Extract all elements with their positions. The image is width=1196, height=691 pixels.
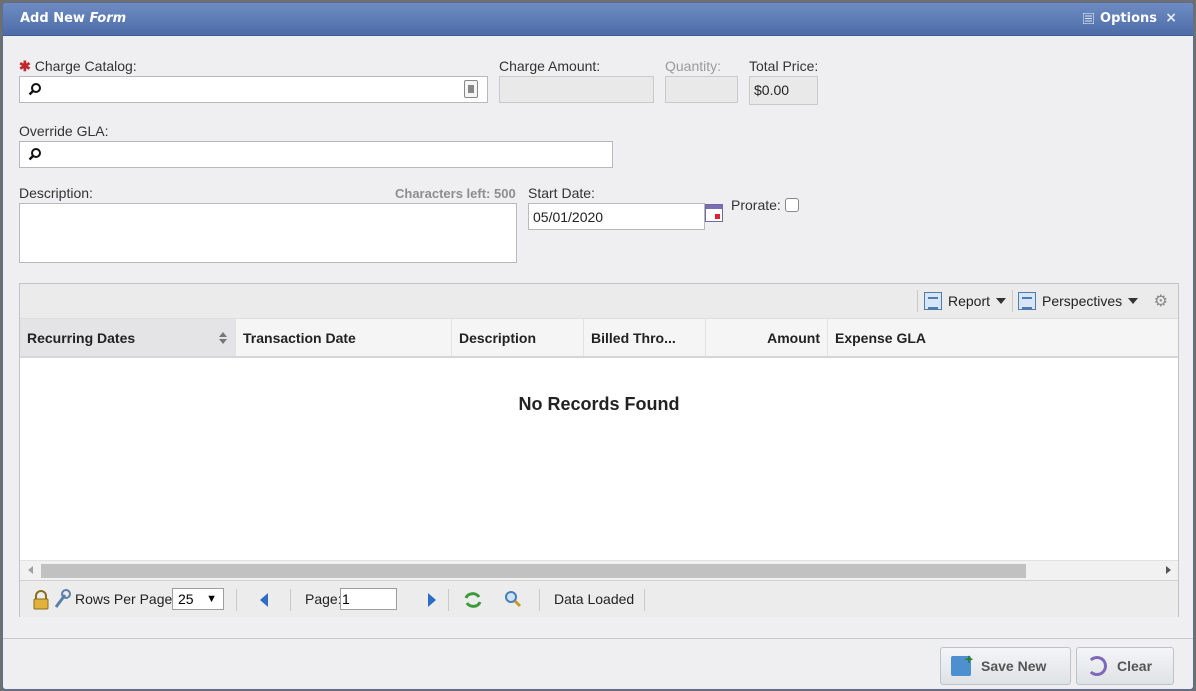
page-label: Page: <box>305 591 342 607</box>
pager-divider <box>236 589 237 611</box>
charge-catalog-label: ✱ Charge Catalog: <box>19 58 137 74</box>
pager-divider <box>448 589 449 611</box>
list-icon <box>1083 13 1095 24</box>
next-page-icon[interactable] <box>428 593 436 607</box>
dialog-titlebar: Add New Form Options × <box>3 3 1193 36</box>
scroll-left-icon[interactable] <box>28 566 33 574</box>
charge-amount-input <box>499 76 654 103</box>
save-new-icon <box>951 651 973 676</box>
sort-icon[interactable] <box>219 332 227 344</box>
calendar-icon[interactable] <box>705 204 723 222</box>
column-header-billed-through[interactable]: Billed Thro... <box>584 319 706 356</box>
dialog-title: Add New Form <box>20 11 127 26</box>
rows-per-page-select[interactable]: 25 ▼ <box>172 588 224 610</box>
rows-per-page-label: Rows Per Page: <box>75 591 177 607</box>
close-icon[interactable]: × <box>1165 10 1177 26</box>
toolbar-divider <box>917 290 918 312</box>
prorate-checkbox[interactable] <box>785 198 799 212</box>
total-price-value: $0.00 <box>749 76 818 105</box>
search-icon <box>28 83 41 96</box>
options-button[interactable]: Options <box>1083 11 1157 26</box>
override-gla-label: Override GLA: <box>19 123 109 139</box>
empty-state-message: No Records Found <box>518 394 680 414</box>
clear-button[interactable]: Clear <box>1076 647 1174 685</box>
column-header-description[interactable]: Description <box>452 319 584 356</box>
search-icon[interactable] <box>504 590 522 608</box>
grid-header-row: Recurring Dates Transaction Date Descrip… <box>20 319 1178 358</box>
catalog-lookup-icon[interactable] <box>464 80 478 98</box>
wrench-icon[interactable] <box>53 589 71 609</box>
characters-left-counter: Characters left: 500 <box>395 186 516 201</box>
recurring-charges-grid: Report Perspectives ⚙ Recurring Dates Tr… <box>19 283 1179 617</box>
override-gla-input[interactable] <box>19 141 613 168</box>
quantity-input <box>665 76 738 103</box>
refresh-icon <box>1087 656 1107 676</box>
prorate-label: Prorate: <box>731 197 781 213</box>
column-header-recurring-dates[interactable]: Recurring Dates <box>20 319 236 356</box>
lock-icon[interactable] <box>32 590 50 610</box>
pager-divider <box>539 589 540 611</box>
column-header-transaction-date[interactable]: Transaction Date <box>236 319 452 356</box>
page-number-input[interactable]: 1 <box>340 588 397 610</box>
options-label: Options <box>1100 11 1157 26</box>
quantity-label: Quantity: <box>665 58 722 74</box>
description-textarea[interactable] <box>19 203 517 263</box>
search-icon <box>28 148 41 161</box>
charge-catalog-input[interactable] <box>19 76 488 103</box>
start-date-label: Start Date: <box>528 185 595 201</box>
perspectives-button[interactable]: Perspectives <box>1018 292 1139 310</box>
scrollbar-thumb[interactable] <box>41 564 1026 578</box>
start-date-input[interactable]: 05/01/2020 <box>528 203 705 230</box>
grid-status-text: Data Loaded <box>554 591 635 607</box>
pager-divider <box>290 589 291 611</box>
report-icon <box>924 292 942 310</box>
perspectives-icon <box>1018 292 1036 310</box>
refresh-icon[interactable] <box>463 590 483 610</box>
pager-divider <box>644 589 645 611</box>
horizontal-scrollbar[interactable] <box>20 560 1178 580</box>
toolbar-divider <box>1012 290 1013 312</box>
caret-down-icon <box>996 298 1007 304</box>
column-header-expense-gla[interactable]: Expense GLA <box>828 319 1178 356</box>
caret-down-icon <box>1128 298 1139 304</box>
grid-pager: Rows Per Page: 25 ▼ Page: 1 Data Loaded <box>20 580 1178 617</box>
save-new-button[interactable]: Save New <box>940 647 1071 685</box>
required-icon: ✱ <box>19 58 31 74</box>
previous-page-icon[interactable] <box>260 593 268 607</box>
scroll-right-icon[interactable] <box>1166 566 1171 574</box>
total-price-label: Total Price: <box>749 58 819 74</box>
description-label: Description: <box>19 185 93 201</box>
grid-toolbar: Report Perspectives ⚙ <box>20 284 1178 319</box>
charge-amount-label: Charge Amount: <box>499 58 601 74</box>
report-button[interactable]: Report <box>924 292 1007 310</box>
column-header-amount[interactable]: Amount <box>706 319 828 356</box>
gear-icon[interactable]: ⚙ <box>1154 293 1168 309</box>
dropdown-arrow-icon: ▼ <box>206 593 217 605</box>
dialog-footer: Save New Clear <box>3 638 1193 689</box>
add-new-form-dialog: Add New Form Options × ✱ Charge Catalog: … <box>2 2 1194 690</box>
